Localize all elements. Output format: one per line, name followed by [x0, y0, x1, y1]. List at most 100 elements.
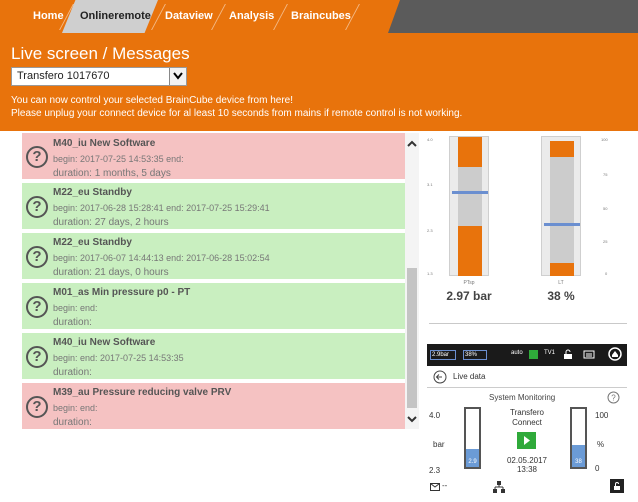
gauge-lt — [541, 136, 581, 276]
page-title: Live screen / Messages — [11, 44, 190, 63]
message-duration: duration: 27 days, 2 hours — [53, 217, 169, 228]
gauge-upper-band — [458, 137, 482, 167]
message-item[interactable]: ? M01_as Min pressure p0 - PT begin: end… — [22, 283, 405, 331]
date-text: 02.05.2017 — [506, 456, 548, 465]
time-text: 13:38 — [516, 465, 538, 474]
message-item[interactable]: ? M40_iu New Software begin: 2017-07-25 … — [22, 133, 405, 181]
gauge-name: PTsp — [463, 280, 475, 286]
gauge-ptsp — [449, 136, 489, 276]
message-begin: begin: end: 2017-07-25 14:53:35 — [53, 353, 184, 363]
live-data-row[interactable]: Live data — [427, 366, 627, 388]
help-icon: ? — [26, 346, 48, 368]
help-icon: ? — [26, 396, 48, 418]
play-small-icon — [529, 350, 538, 359]
lock-icon[interactable] — [563, 349, 573, 360]
mode-label: auto — [511, 350, 523, 356]
lock-icon — [614, 482, 620, 490]
message-begin: begin: end: — [53, 403, 98, 413]
help-icon[interactable]: ? — [607, 391, 620, 404]
live-data-label: Live data — [453, 372, 486, 381]
chevron-down-icon[interactable] — [169, 68, 186, 85]
gauge-tick: 2.3 — [427, 228, 433, 233]
message-begin: begin: 2017-06-07 14:44:13 end: 2017-06-… — [53, 253, 270, 263]
gauge-lower-band — [550, 263, 574, 276]
message-item[interactable]: ? M39_au Pressure reducing valve PRV beg… — [22, 383, 405, 429]
message-begin: begin: end: — [53, 303, 98, 313]
device-name: Transfero — [510, 408, 544, 417]
tick-top: 100 — [595, 411, 609, 420]
message-begin: begin: 2017-07-25 14:53:35 end: — [53, 154, 184, 164]
message-item[interactable]: ? M22_eu Standby begin: 2017-06-28 15:28… — [22, 183, 405, 231]
message-duration: duration: 21 days, 0 hours — [53, 267, 169, 278]
message-title: M22_eu Standby — [53, 187, 132, 198]
gauge-tick: 0 — [605, 271, 608, 276]
system-monitoring-title: System Monitoring — [489, 393, 556, 402]
message-list: ? M40_iu New Software begin: 2017-07-25 … — [22, 133, 405, 429]
notice-text: You can now control your selected BrainC… — [11, 95, 294, 106]
gauge-tick: 3.1 — [427, 182, 433, 187]
device-panel: 2.9bar 38% auto TV1 Live data System Mon… — [427, 344, 627, 496]
message-duration: duration: — [53, 417, 92, 428]
gauge-tick: 4.0 — [427, 137, 433, 142]
lock-button[interactable] — [610, 479, 624, 493]
gauge-level-line — [452, 191, 488, 194]
gauge-upper-band — [550, 141, 574, 157]
message-duration: duration: — [53, 367, 92, 378]
tab-analysis[interactable]: Analysis — [229, 0, 274, 33]
tab-dataview[interactable]: Dataview — [165, 0, 213, 33]
top-nav: Home Onlineremote Dataview Analysis Brai… — [0, 0, 638, 33]
pressure-readout: 2.9bar — [430, 350, 456, 360]
help-icon: ? — [26, 146, 48, 168]
gauge-name: LT — [558, 280, 564, 286]
tick-bottom: 2.3 — [429, 466, 441, 475]
scroll-up-icon[interactable] — [407, 139, 417, 149]
back-arrow-icon[interactable] — [433, 370, 447, 384]
gauges-panel: 4.0 3.1 2.3 1.3 PTsp 2.97 bar 100 75 50 … — [425, 133, 627, 321]
message-title: M01_as Min pressure p0 - PT — [53, 287, 191, 298]
gauge-tick: 50 — [603, 206, 608, 211]
gauge-value: 2.97 bar — [446, 289, 492, 303]
home-icon[interactable] — [608, 347, 622, 361]
message-title: M40_iu New Software — [53, 337, 156, 348]
device-name-2: Connect — [512, 418, 542, 427]
message-title: M40_iu New Software — [53, 138, 156, 149]
gauge-tick: 25 — [603, 239, 608, 244]
level-fill-value: 38 — [575, 459, 582, 465]
mail-status: -- — [442, 481, 448, 490]
scroll-down-icon[interactable] — [407, 414, 417, 424]
help-icon: ? — [26, 296, 48, 318]
tick-top: 4.0 — [429, 411, 441, 420]
unit-label: % — [597, 440, 605, 449]
divider — [429, 323, 627, 324]
help-icon: ? — [26, 246, 48, 268]
help-icon: ? — [26, 196, 48, 218]
gauge-value: 38 % — [547, 289, 575, 303]
message-duration: duration: 1 months, 5 days — [53, 168, 171, 179]
network-icon[interactable] — [493, 481, 505, 493]
tv-label: TV1 — [544, 350, 556, 356]
keyboard-icon[interactable] — [583, 349, 595, 360]
gauge-level-line — [544, 223, 580, 226]
message-item[interactable]: ? M40_iu New Software begin: end: 2017-0… — [22, 333, 405, 381]
gauge-tick: 75 — [603, 172, 608, 177]
pressure-fill: 2.9 — [466, 449, 479, 467]
tab-onlineremote[interactable]: Onlineremote — [80, 0, 151, 33]
message-duration: duration: — [53, 317, 92, 328]
pressure-tube: 2.9 — [464, 407, 481, 469]
mail-icon[interactable] — [430, 483, 440, 491]
level-tube: 38 — [570, 407, 587, 469]
level-fill: 38 — [572, 445, 585, 467]
unit-label: bar — [433, 440, 445, 449]
gauge-middle-band — [550, 157, 574, 263]
level-readout: 38% — [463, 350, 487, 360]
gauge-tick: 100 — [601, 137, 608, 142]
notice-text: Please unplug your connect device for al… — [11, 108, 463, 119]
list-scrollbar[interactable] — [405, 133, 419, 429]
gauge-tick: 1.3 — [427, 271, 433, 276]
play-button[interactable] — [517, 432, 536, 449]
message-item[interactable]: ? M22_eu Standby begin: 2017-06-07 14:44… — [22, 233, 405, 281]
tab-braincubes[interactable]: Braincubes — [291, 0, 351, 33]
device-select-value: Transfero 1017670 — [17, 70, 110, 82]
scroll-thumb[interactable] — [407, 268, 417, 408]
device-select[interactable]: Transfero 1017670 — [11, 67, 187, 86]
